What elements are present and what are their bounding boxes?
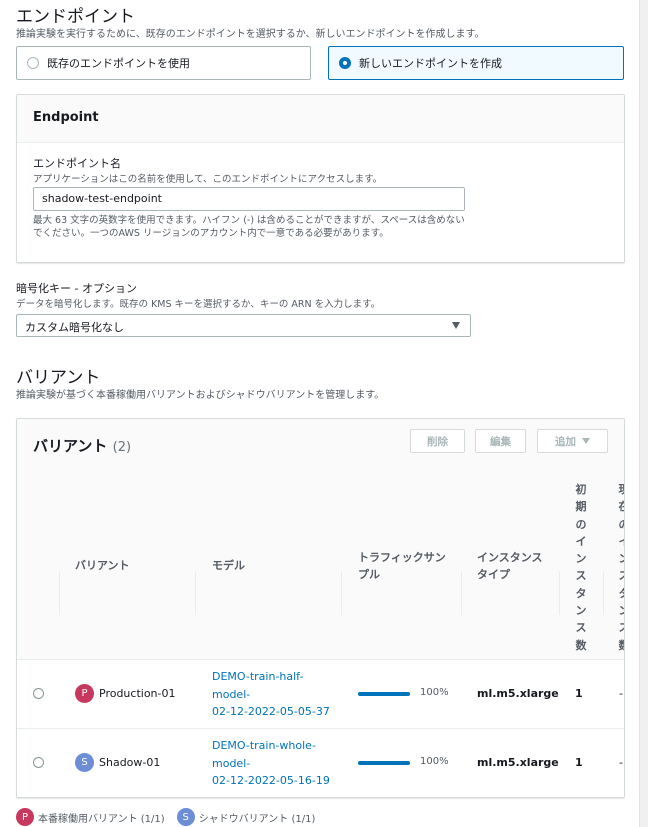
- encryption-key-select[interactable]: カスタム暗号化なし: [16, 314, 471, 337]
- variants-table-container: バリアント (2) 削除 編集 追加 バリアント モデル トラフィックサンプル …: [16, 418, 625, 798]
- encryption-key-label: 暗号化キー - オプション: [16, 282, 137, 295]
- column-header-variant[interactable]: バリアント: [75, 557, 130, 574]
- production-legend-label: 本番稼働用バリアント (1/1): [38, 813, 165, 825]
- traffic-progress-bar: [358, 692, 410, 696]
- traffic-progress-bar: [358, 761, 410, 765]
- table-row[interactable]: P Production-01 DEMO-train-half- model- …: [17, 660, 624, 729]
- variants-table-title: バリアント (2): [33, 437, 132, 455]
- row-select-radio[interactable]: [33, 688, 44, 699]
- row-select-radio[interactable]: [33, 757, 44, 768]
- variant-name: Shadow-01: [99, 756, 161, 769]
- endpoint-name-label: エンドポイント名: [33, 157, 121, 170]
- variants-section-description: 推論実験が基づく本番稼働用バリアントおよびシャドウバリアントを管理します。: [16, 390, 385, 401]
- shadow-badge-icon: S: [75, 753, 94, 772]
- column-header-model[interactable]: モデル: [212, 557, 245, 574]
- delete-button[interactable]: 削除: [410, 429, 465, 453]
- shadow-badge-icon: S: [176, 808, 195, 826]
- use-existing-endpoint-label: 既存のエンドポイントを使用: [47, 57, 190, 70]
- variant-legend: P 本番稼働用バリアント (1/1) S シャドウバリアント (1/1): [16, 808, 315, 826]
- table-row[interactable]: S Shadow-01 DEMO-train-whole- model- 02-…: [17, 729, 624, 797]
- current-instance-count: -: [619, 756, 623, 769]
- initial-instance-count: 1: [575, 756, 583, 769]
- endpoint-section-description: 推論実験を実行するために、既存のエンドポイントを選択するか、新しいエンドポイント…: [16, 29, 485, 40]
- endpoint-section-title: エンドポイント: [16, 7, 135, 27]
- traffic-percentage: 100%: [420, 756, 449, 767]
- endpoint-panel-header: Endpoint: [17, 95, 624, 143]
- radio-selected-icon[interactable]: [339, 57, 351, 69]
- scrollbar[interactable]: [639, 0, 648, 827]
- create-new-endpoint-label: 新しいエンドポイントを作成: [359, 57, 502, 70]
- endpoint-name-constraint: 最大 63 文字の英数字を使用できます。ハイフン (-) は含めることができます…: [33, 215, 465, 239]
- variants-table-header: バリアント (2) 削除 編集 追加: [17, 419, 624, 471]
- variants-section-title: バリアント: [16, 368, 101, 388]
- variants-count: (2): [112, 440, 132, 455]
- shadow-legend-label: シャドウバリアント (1/1): [198, 813, 316, 825]
- production-badge-icon: P: [16, 808, 34, 826]
- instance-type: ml.m5.xlarge: [477, 756, 559, 769]
- column-header-current-instances[interactable]: 現在の インスタンス数: [617, 481, 625, 654]
- use-existing-endpoint-option[interactable]: 既存のエンドポイントを使用: [16, 46, 311, 80]
- variant-name: Production-01: [99, 687, 176, 700]
- column-header-initial-instances[interactable]: 初期のインスタンス数: [574, 481, 588, 654]
- radio-unselected-icon[interactable]: [27, 57, 39, 69]
- endpoint-name-description: アプリケーションはこの名前を使用して、このエンドポイントにアクセスします。: [33, 174, 383, 185]
- encryption-key-description: データを暗号化します。既存の KMS キーを選択するか、キーの ARN を入力し…: [16, 299, 381, 310]
- caret-down-icon: [582, 438, 590, 444]
- current-instance-count: -: [619, 687, 623, 700]
- initial-instance-count: 1: [575, 687, 583, 700]
- caret-down-icon: [452, 322, 460, 329]
- column-header-traffic[interactable]: トラフィックサンプル: [358, 549, 446, 583]
- encryption-key-selected-value: カスタム暗号化なし: [25, 321, 124, 334]
- create-new-endpoint-option[interactable]: 新しいエンドポイントを作成: [328, 46, 624, 80]
- endpoint-name-input[interactable]: shadow-test-endpoint: [33, 187, 465, 211]
- traffic-percentage: 100%: [420, 687, 449, 698]
- edit-button[interactable]: 編集: [475, 429, 526, 453]
- model-link[interactable]: DEMO-train-whole- model- 02-12-2022-05-1…: [212, 737, 342, 790]
- table-column-headers: バリアント モデル トラフィックサンプル インスタンスタイプ 初期のインスタンス…: [17, 471, 624, 660]
- production-badge-icon: P: [75, 684, 94, 703]
- instance-type: ml.m5.xlarge: [477, 687, 559, 700]
- add-button[interactable]: 追加: [537, 429, 608, 453]
- model-link[interactable]: DEMO-train-half- model- 02-12-2022-05-05…: [212, 668, 342, 721]
- endpoint-panel: Endpoint エンドポイント名 アプリケーションはこの名前を使用して、このエ…: [16, 94, 625, 263]
- column-header-instance-type[interactable]: インスタンスタイプ: [477, 549, 543, 583]
